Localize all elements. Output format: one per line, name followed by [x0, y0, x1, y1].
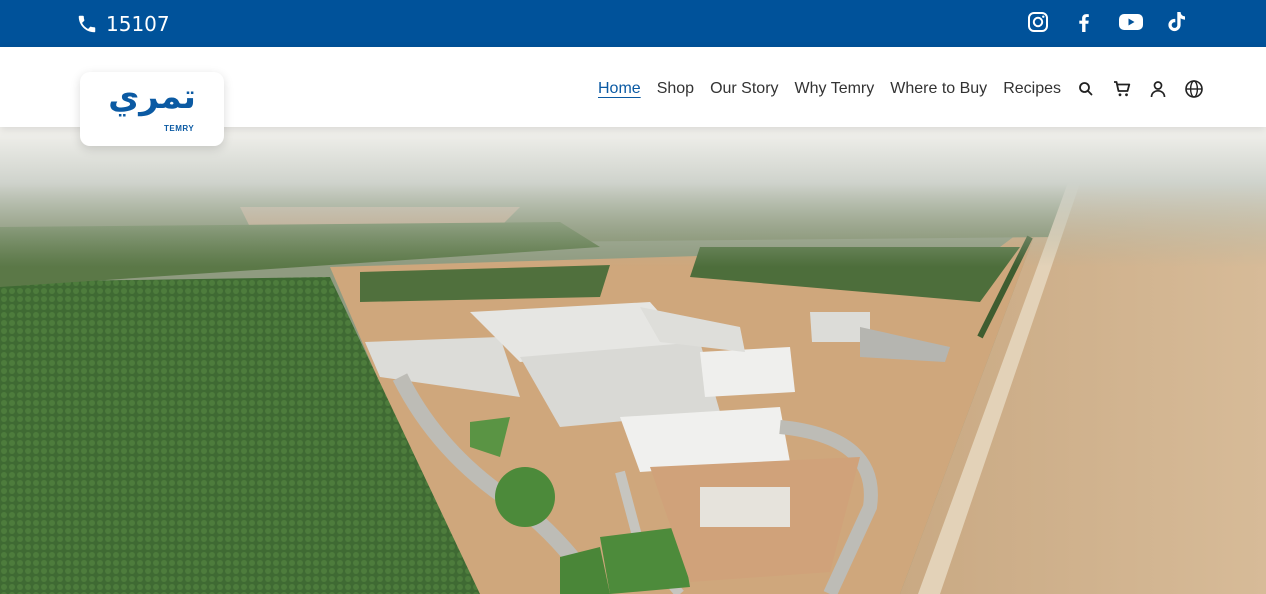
social-links: [1026, 10, 1190, 36]
globe-icon[interactable]: [1184, 79, 1204, 99]
aerial-factory-photo: [0, 127, 1266, 594]
nav-item-shop[interactable]: Shop: [657, 79, 694, 99]
temry-logo[interactable]: تمري TEMRY: [80, 72, 224, 146]
nav-item-our-story[interactable]: Our Story: [710, 79, 778, 99]
nav-item-why-temry[interactable]: Why Temry: [795, 79, 875, 99]
facebook-icon[interactable]: [1072, 10, 1098, 36]
cart-icon[interactable]: [1112, 79, 1132, 99]
nav-menu: Home Shop Our Story Why Temry Where to B…: [598, 79, 1061, 99]
instagram-icon[interactable]: [1026, 10, 1052, 36]
logo-arabic-text: تمري: [108, 77, 196, 117]
logo-latin-text: TEMRY: [164, 124, 195, 133]
top-bar: 15107: [0, 0, 1266, 47]
nav-item-recipes[interactable]: Recipes: [1003, 79, 1061, 99]
youtube-icon[interactable]: [1118, 10, 1144, 36]
phone-link[interactable]: 15107: [76, 11, 170, 37]
phone-icon: [76, 13, 98, 35]
nav-item-where-to-buy[interactable]: Where to Buy: [890, 79, 987, 99]
user-icon[interactable]: [1148, 79, 1168, 99]
nav-item-home[interactable]: Home: [598, 79, 641, 99]
phone-number: 15107: [106, 12, 170, 36]
tiktok-icon[interactable]: [1164, 10, 1190, 36]
hero-image: [0, 127, 1266, 594]
search-icon[interactable]: [1076, 79, 1096, 99]
nav-icons: [1076, 79, 1204, 99]
